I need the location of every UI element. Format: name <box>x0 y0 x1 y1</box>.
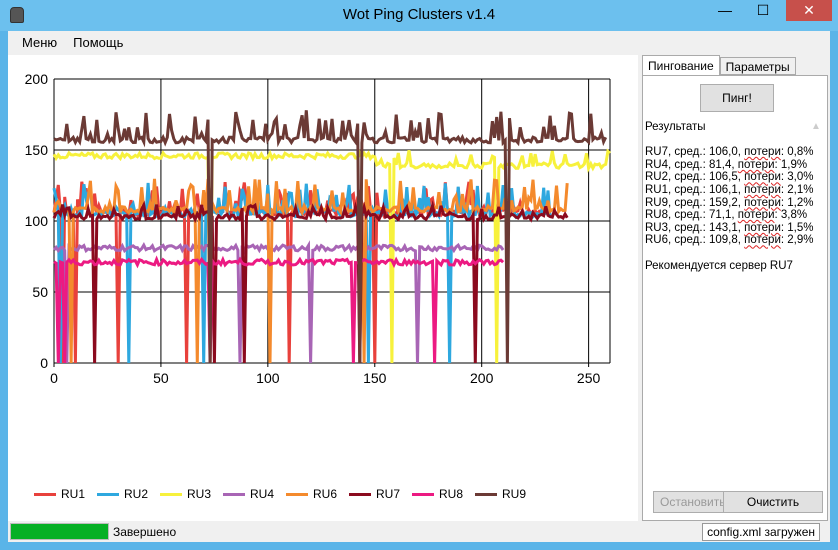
recommendation: Рекомендуется сервер RU7 <box>645 259 793 272</box>
legend-item-ru3: RU3 <box>160 487 223 501</box>
y-tick-label: 0 <box>40 355 48 371</box>
result-text: потери <box>737 209 775 222</box>
legend-swatch <box>34 492 56 496</box>
y-tick-label: 200 <box>25 71 49 87</box>
legend-swatch <box>223 492 245 496</box>
legend-swatch <box>286 492 308 496</box>
legend-item-ru4: RU4 <box>223 487 286 501</box>
result-text: RU6, сред.: 109,8, <box>645 234 745 247</box>
result-text: потери <box>744 146 781 159</box>
chart-legend: RU1 RU2 RU3 RU4 RU6 RU7 RU8 RU9 <box>34 487 538 501</box>
result-text: RU7, сред.: 106,0, <box>645 146 745 159</box>
legend-label: RU6 <box>313 487 338 501</box>
close-button[interactable]: ✕ <box>786 0 832 21</box>
menu-item-help[interactable]: Помощь <box>65 31 131 53</box>
result-line: RU3, сред.: 143,1, потери: 1,5% <box>645 222 825 235</box>
series-line-ru9 <box>53 110 608 364</box>
legend-swatch <box>97 492 119 496</box>
y-tick-label: 50 <box>32 284 48 300</box>
status-text: Завершено <box>113 525 177 539</box>
result-line: RU4, сред.: 81,4, потери: 1,9% <box>645 159 825 172</box>
result-line: RU1, сред.: 106,1, потери: 2,1% <box>645 184 825 197</box>
result-text: : 2,1% <box>780 183 814 196</box>
result-text: потери <box>744 171 781 184</box>
legend-item-ru8: RU8 <box>412 487 475 501</box>
result-text: : 2,9% <box>780 234 814 247</box>
result-text: : 1,2% <box>780 196 814 209</box>
legend-item-ru6: RU6 <box>286 487 349 501</box>
x-tick-label: 100 <box>256 370 280 386</box>
legend-label: RU2 <box>124 487 149 501</box>
ping-button[interactable]: Пинг! <box>700 84 774 112</box>
menu-item-menu[interactable]: Меню <box>14 31 65 53</box>
result-text: потери <box>744 221 781 234</box>
legend-label: RU7 <box>376 487 401 501</box>
title-bar: Wot Ping Clusters v1.4 — ☐ ✕ <box>0 0 838 31</box>
result-text: : 3,0% <box>780 171 814 184</box>
legend-item-ru2: RU2 <box>97 487 160 501</box>
result-text: RU1, сред.: 106,1, <box>645 183 745 196</box>
result-line: RU9, сред.: 159,2, потери: 1,2% <box>645 197 825 210</box>
legend-item-ru7: RU7 <box>349 487 412 501</box>
result-text: : 3,8% <box>774 209 808 222</box>
chart-svg: 0 50 100 150 200 0 50 100 150 200 250 <box>25 71 611 386</box>
result-line: RU2, сред.: 106,5, потери: 3,0% <box>645 171 825 184</box>
x-tick-label: 50 <box>153 370 169 386</box>
tab-pinging[interactable]: Пингование <box>642 55 720 77</box>
series-line-ru3 <box>52 148 611 364</box>
result-line: RU6, сред.: 109,8, потери: 2,9% <box>645 234 825 247</box>
scroll-up-icon[interactable]: ▲ <box>811 121 825 132</box>
legend-swatch <box>160 492 182 496</box>
result-text: RU3, сред.: 143,1, <box>645 221 745 234</box>
legend-label: RU9 <box>502 487 527 501</box>
x-tick-label: 250 <box>577 370 601 386</box>
series-line-ru8 <box>53 255 505 364</box>
result-text: : 1,5% <box>780 221 814 234</box>
progress-bar <box>10 523 109 540</box>
maximize-button[interactable]: ☐ <box>748 0 778 21</box>
x-tick-label: 200 <box>470 370 494 386</box>
result-line: RU7, сред.: 106,0, потери: 0,8% <box>645 146 825 159</box>
result-text: RU4, сред.: 81,4, <box>645 158 738 171</box>
tab-parameters[interactable]: Параметры <box>719 57 796 75</box>
legend-item-ru9: RU9 <box>475 487 538 501</box>
result-text: потери <box>744 196 781 209</box>
y-tick-label: 150 <box>25 142 49 158</box>
result-text: RU9, сред.: 159,2, <box>645 196 745 209</box>
results-textbox[interactable]: Результаты RU7, сред.: 106,0, потери: 0,… <box>645 121 825 473</box>
y-tick-label: 100 <box>25 213 49 229</box>
legend-item-ru1: RU1 <box>34 487 97 501</box>
result-text: : 1,9% <box>774 158 808 171</box>
results-header: Результаты <box>645 121 706 133</box>
menu-bar: Меню Помощь <box>8 31 830 53</box>
result-text: RU2, сред.: 106,5, <box>645 171 745 184</box>
result-text: потери <box>737 158 775 171</box>
ping-chart: 0 50 100 150 200 0 50 100 150 200 250 RU1 RU2 RU3 RU4… <box>8 55 638 521</box>
result-text: : 0,8% <box>780 146 814 159</box>
clear-button[interactable]: Очистить <box>723 491 823 513</box>
legend-label: RU8 <box>439 487 464 501</box>
legend-swatch <box>349 492 371 496</box>
result-line: RU8, сред.: 71,1, потери: 3,8% <box>645 209 825 222</box>
result-text: потери <box>744 183 781 196</box>
legend-label: RU3 <box>187 487 212 501</box>
result-text: потери <box>744 234 781 247</box>
config-status: config.xml загружен <box>702 523 820 541</box>
x-tick-label: 0 <box>50 370 58 386</box>
minimize-button[interactable]: — <box>710 0 740 21</box>
result-text: RU8, сред.: 71,1, <box>645 209 738 222</box>
pinging-panel: Пинг! Результаты RU7, сред.: 106,0, поте… <box>642 75 828 521</box>
legend-swatch <box>412 492 434 496</box>
status-bar: Завершено config.xml загружен <box>8 521 830 542</box>
x-tick-label: 150 <box>363 370 387 386</box>
legend-label: RU4 <box>250 487 275 501</box>
legend-label: RU1 <box>61 487 86 501</box>
stop-button[interactable]: Остановить <box>653 491 733 513</box>
legend-swatch <box>475 492 497 496</box>
